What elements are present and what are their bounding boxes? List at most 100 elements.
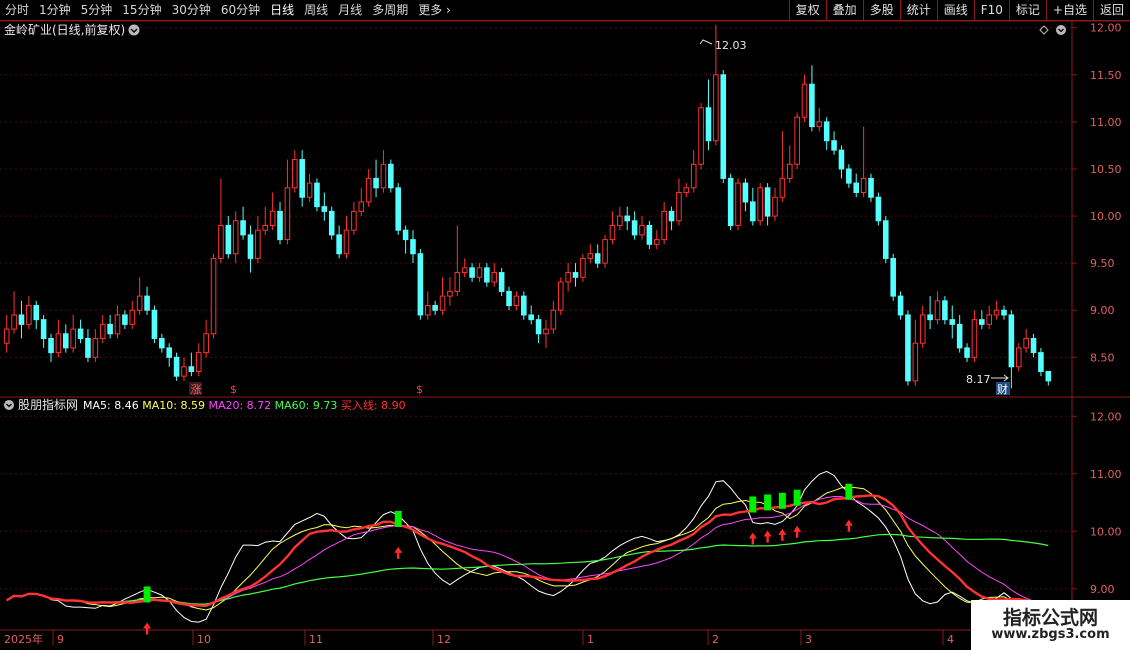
candle[interactable] [956, 314, 963, 353]
indicator-header[interactable]: 股朋指标网 MA5: 8.46 MA10: 8.59 MA20: 8.72 MA… [4, 397, 406, 412]
candle[interactable] [572, 263, 579, 287]
candle[interactable] [476, 263, 483, 282]
candle[interactable] [3, 314, 10, 353]
candle[interactable] [794, 112, 800, 169]
candle[interactable] [18, 300, 25, 339]
candle[interactable] [727, 173, 734, 231]
candle[interactable] [365, 168, 372, 207]
candle[interactable] [860, 126, 867, 198]
candle[interactable] [136, 277, 143, 315]
candle[interactable] [543, 319, 549, 348]
candle[interactable] [757, 183, 763, 226]
candle[interactable] [979, 310, 985, 330]
candle[interactable] [424, 291, 431, 320]
candle[interactable] [528, 305, 534, 325]
candle[interactable] [742, 178, 749, 212]
candle[interactable] [469, 263, 475, 282]
candle[interactable] [639, 216, 645, 240]
candle[interactable] [173, 352, 180, 381]
candle[interactable] [447, 277, 453, 306]
candle[interactable] [247, 225, 254, 273]
candle[interactable] [1015, 343, 1022, 372]
candle[interactable] [557, 277, 564, 315]
candle[interactable] [971, 310, 978, 363]
candle[interactable] [491, 263, 498, 287]
candle[interactable] [159, 333, 165, 353]
candle[interactable] [823, 117, 830, 151]
candle[interactable] [986, 305, 992, 330]
candle[interactable] [905, 310, 911, 386]
candle[interactable] [314, 178, 320, 212]
candle[interactable] [255, 216, 261, 264]
candle[interactable] [816, 107, 823, 132]
candle[interactable] [690, 150, 697, 193]
dividend-marker[interactable]: $ [416, 383, 423, 396]
chart-canvas[interactable]: 12.0011.5011.0010.5010.009.509.008.50 12… [0, 0, 1130, 650]
candle[interactable] [683, 183, 690, 198]
candle[interactable] [269, 192, 276, 231]
candle[interactable] [882, 216, 889, 264]
indicator-menu-icon[interactable] [4, 400, 14, 410]
candle[interactable] [55, 319, 62, 358]
candle[interactable] [166, 343, 173, 367]
candle[interactable] [218, 178, 224, 264]
candle[interactable] [107, 314, 113, 339]
candle[interactable] [624, 206, 631, 231]
candle[interactable] [550, 300, 557, 334]
candle[interactable] [750, 187, 756, 226]
candle[interactable] [26, 296, 32, 330]
candle[interactable] [993, 300, 1000, 320]
candle[interactable] [210, 253, 217, 339]
candle[interactable] [277, 201, 283, 245]
panel-menu-icon[interactable] [1056, 25, 1066, 35]
candle[interactable] [225, 216, 232, 259]
candle[interactable] [461, 258, 468, 278]
candle[interactable] [129, 300, 136, 330]
candle[interactable] [151, 305, 158, 344]
main-title-group[interactable]: 金岭矿业(日线,前复权) [4, 22, 140, 37]
candle[interactable] [498, 267, 505, 297]
candle[interactable] [927, 296, 933, 330]
candle[interactable] [351, 201, 357, 235]
candle[interactable] [388, 159, 394, 193]
candle[interactable] [11, 291, 17, 334]
candle[interactable] [698, 103, 704, 169]
candle[interactable] [122, 310, 128, 330]
candle[interactable] [373, 159, 379, 198]
candle[interactable] [587, 244, 594, 264]
candle[interactable] [33, 300, 40, 330]
candle[interactable] [181, 357, 187, 381]
candle[interactable] [705, 79, 712, 151]
candle[interactable] [358, 187, 365, 217]
candle[interactable] [188, 352, 195, 377]
candle[interactable] [779, 131, 786, 202]
candle[interactable] [410, 230, 416, 264]
candle[interactable] [336, 225, 342, 259]
candle[interactable] [402, 225, 409, 254]
candle[interactable] [262, 206, 269, 235]
candle[interactable] [77, 319, 84, 344]
candle[interactable] [602, 234, 608, 268]
candle[interactable] [831, 131, 837, 155]
candle[interactable] [454, 225, 461, 297]
candle[interactable] [942, 296, 948, 325]
candle[interactable] [661, 201, 667, 245]
candle[interactable] [306, 173, 313, 202]
candle[interactable] [195, 343, 202, 377]
candle[interactable] [1001, 305, 1007, 320]
candle[interactable] [1038, 347, 1044, 377]
candle[interactable] [513, 291, 520, 311]
candle[interactable] [1023, 329, 1029, 353]
candle[interactable] [580, 253, 586, 282]
candle[interactable] [838, 145, 845, 179]
candle[interactable] [565, 263, 571, 292]
candle[interactable] [764, 183, 771, 226]
candle[interactable] [1008, 310, 1015, 389]
candle[interactable] [1030, 333, 1037, 358]
candle[interactable] [284, 159, 291, 245]
candle[interactable] [232, 211, 239, 264]
candle[interactable] [735, 178, 741, 231]
candle[interactable] [380, 150, 387, 193]
candle[interactable] [63, 324, 69, 353]
candle[interactable] [594, 244, 601, 268]
